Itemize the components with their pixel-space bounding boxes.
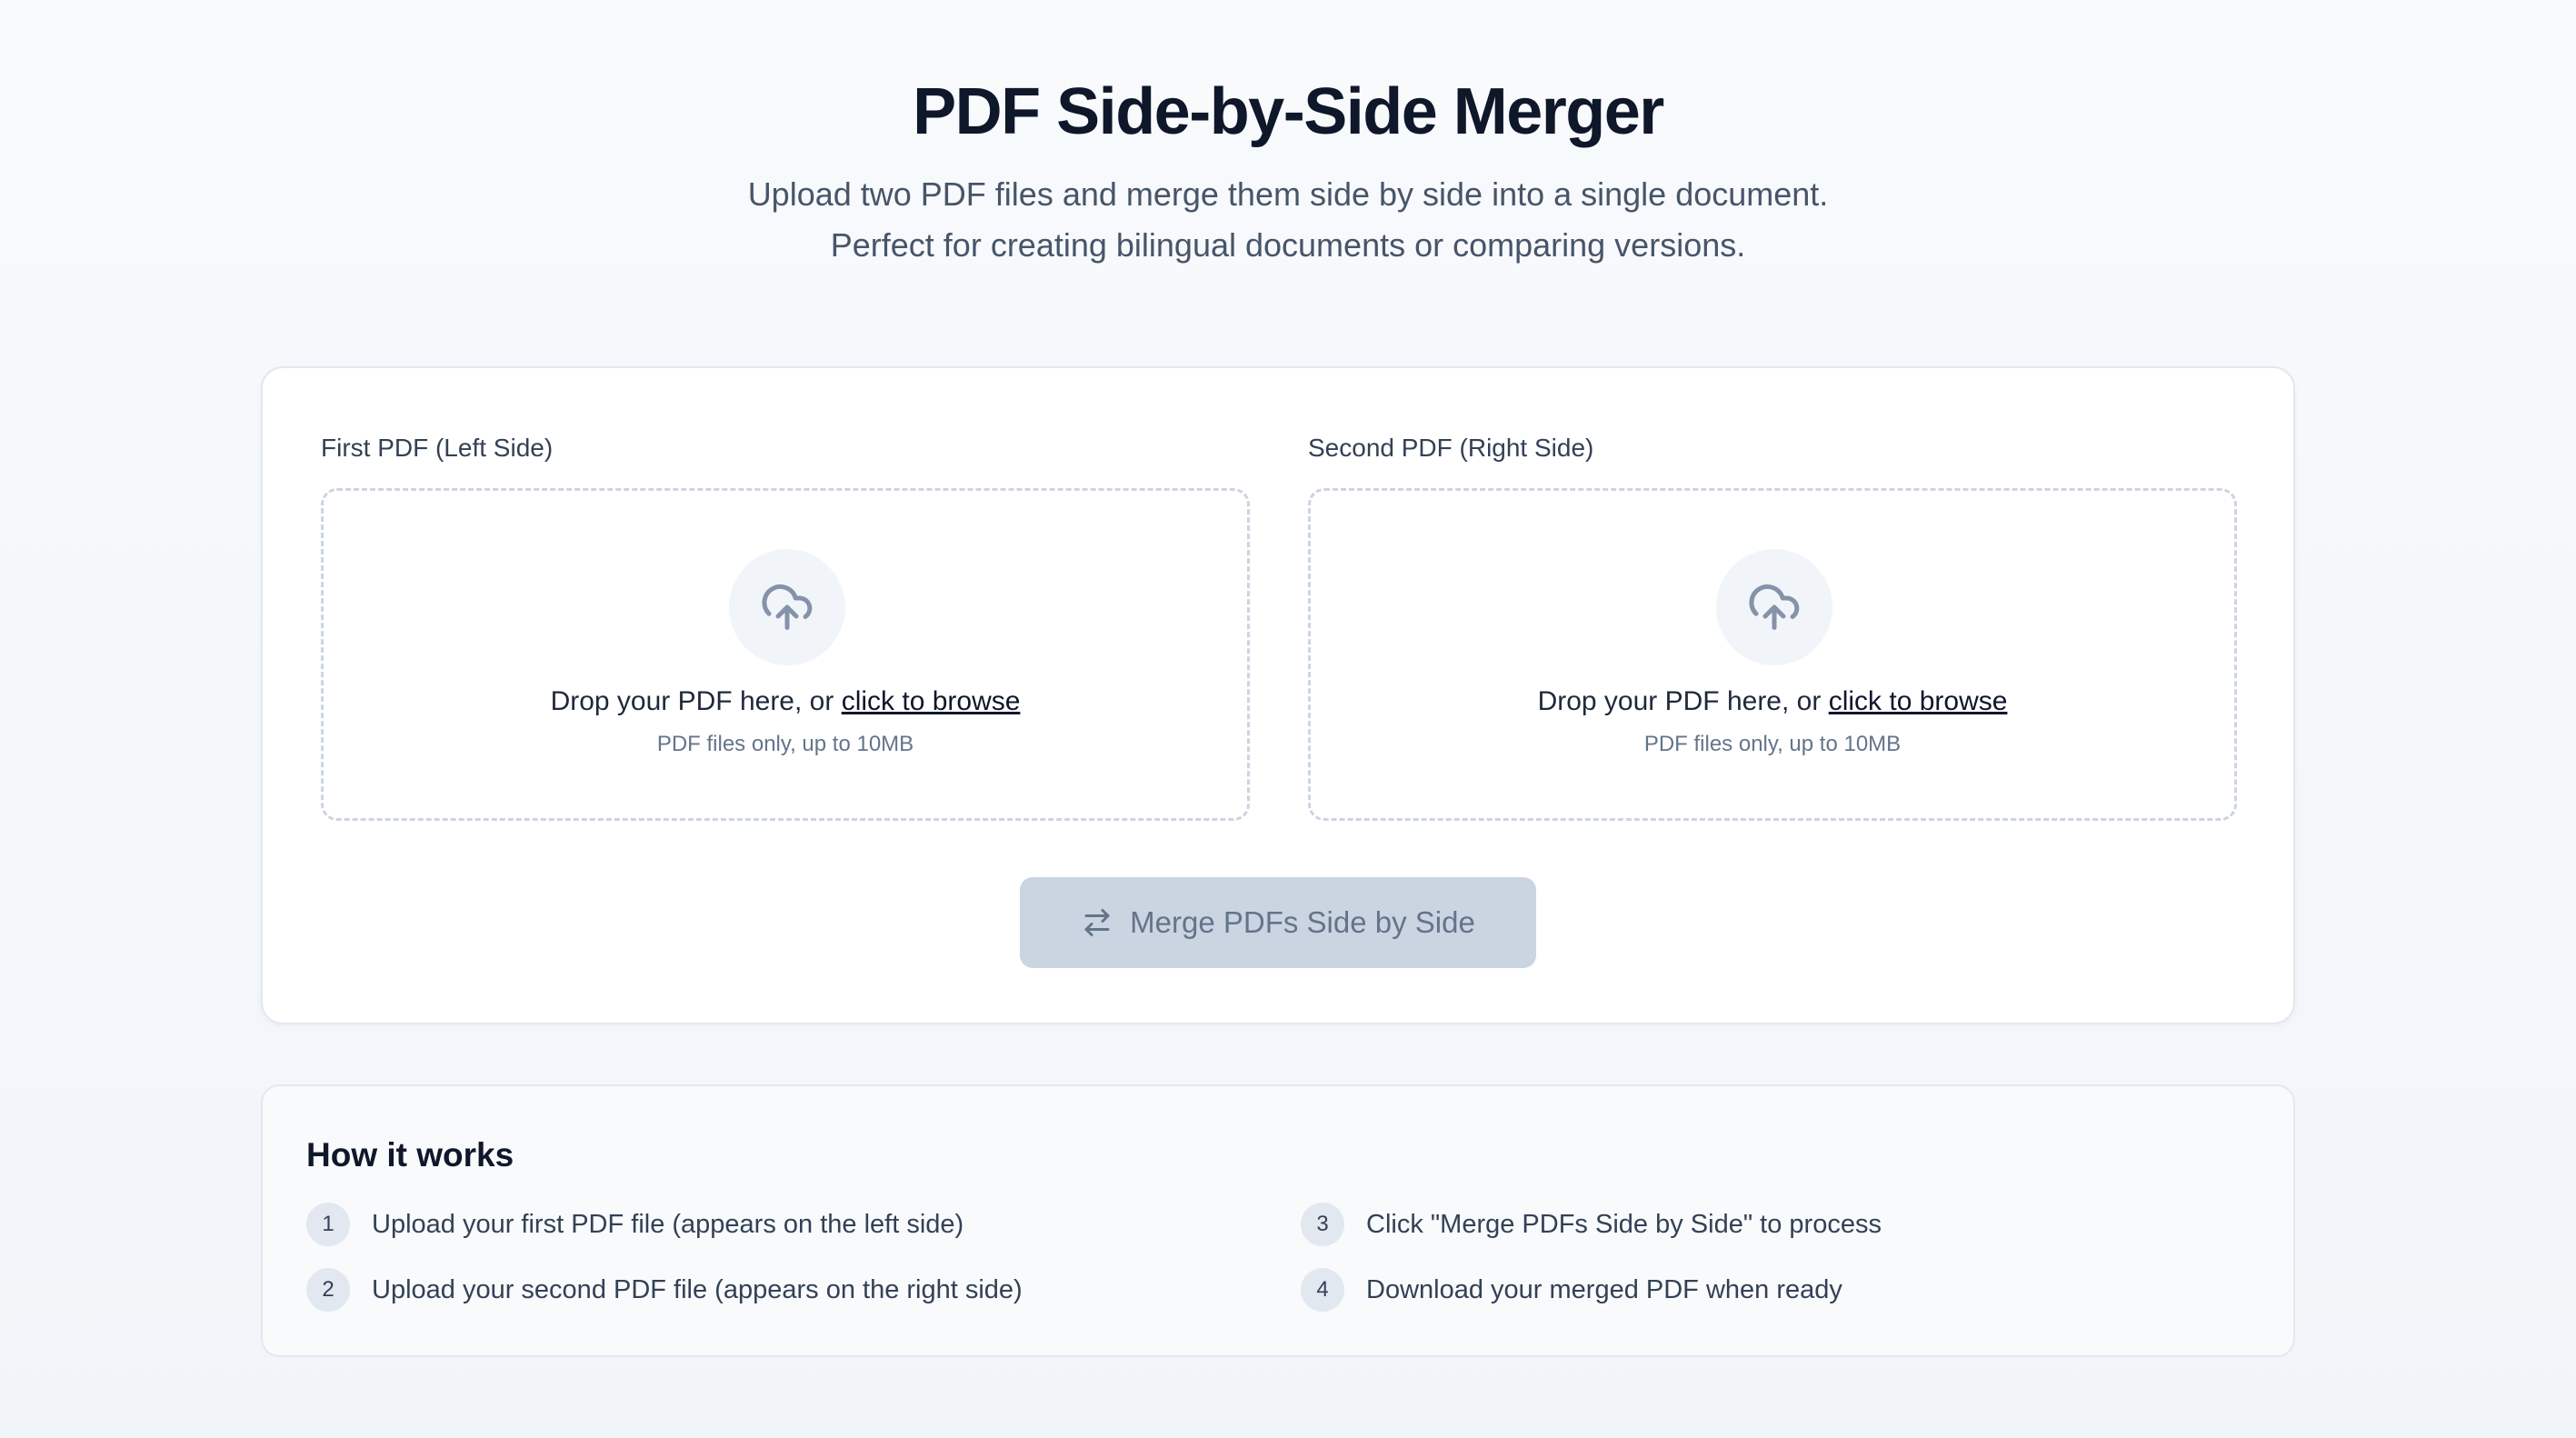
subtitle-line-1: Upload two PDF files and merge them side… <box>747 175 1829 213</box>
swap-arrows-icon <box>1084 909 1110 936</box>
upload-icon-circle <box>729 549 845 665</box>
page: PDF Side-by-Side Merger Upload two PDF f… <box>0 0 2576 1438</box>
step-item: 3 Click "Merge PDFs Side by Side" to pro… <box>1301 1203 1882 1246</box>
dropzone-left[interactable]: Drop your PDF here, or click to browse P… <box>321 488 1250 821</box>
drop-text-left: Drop your PDF here, or click to browse <box>324 682 1247 722</box>
step-item: 1 Upload your first PDF file (appears on… <box>306 1203 964 1246</box>
upload-icon-circle <box>1716 549 1832 665</box>
file-hint-left: PDF files only, up to 10MB <box>656 732 914 756</box>
merge-button[interactable]: Merge PDFs Side by Side <box>1020 877 1536 968</box>
step-text: Download your merged PDF when ready <box>1366 1275 1842 1304</box>
how-it-works-title: How it works <box>306 1136 514 1173</box>
cloud-upload-icon <box>762 584 813 630</box>
upload-card: First PDF (Left Side) Drop your PDF here… <box>261 366 2295 1024</box>
merge-button-label: Merge PDFs Side by Side <box>1130 905 1475 939</box>
step-number: 1 <box>306 1203 350 1246</box>
drop-prompt: Drop your PDF here, or <box>1537 686 1829 716</box>
page-title: PDF Side-by-Side Merger <box>913 75 1664 148</box>
step-item: 4 Download your merged PDF when ready <box>1301 1268 1842 1312</box>
drop-prompt: Drop your PDF here, or <box>550 686 842 716</box>
cloud-upload-icon <box>1749 584 1800 630</box>
browse-link-left[interactable]: click to browse <box>842 686 1021 716</box>
step-number: 2 <box>306 1268 350 1312</box>
file-hint-right: PDF files only, up to 10MB <box>1643 732 1902 756</box>
upload-section-left: First PDF (Left Side) Drop your PDF here… <box>321 430 1250 821</box>
step-text: Upload your first PDF file (appears on t… <box>372 1210 964 1239</box>
page-header: PDF Side-by-Side Merger Upload two PDF f… <box>0 67 2576 271</box>
step-text: Click "Merge PDFs Side by Side" to proce… <box>1366 1210 1882 1239</box>
browse-link-right[interactable]: click to browse <box>1829 686 2008 716</box>
drop-text-right: Drop your PDF here, or click to browse <box>1311 682 2234 722</box>
upload-section-right: Second PDF (Right Side) Drop your PDF he… <box>1308 430 2237 821</box>
step-text: Upload your second PDF file (appears on … <box>372 1275 1023 1304</box>
step-number: 4 <box>1301 1268 1344 1312</box>
step-item: 2 Upload your second PDF file (appears o… <box>306 1268 1023 1312</box>
upload-label-left: First PDF (Left Side) <box>321 434 554 462</box>
step-number: 3 <box>1301 1203 1344 1246</box>
how-it-works-panel: How it works 1 Upload your first PDF fil… <box>261 1084 2295 1357</box>
dropzone-right[interactable]: Drop your PDF here, or click to browse P… <box>1308 488 2237 821</box>
upload-label-right: Second PDF (Right Side) <box>1308 434 1594 462</box>
subtitle-line-2: Perfect for creating bilingual documents… <box>830 226 1746 264</box>
page-subtitle: Upload two PDF files and merge them side… <box>0 169 2576 271</box>
